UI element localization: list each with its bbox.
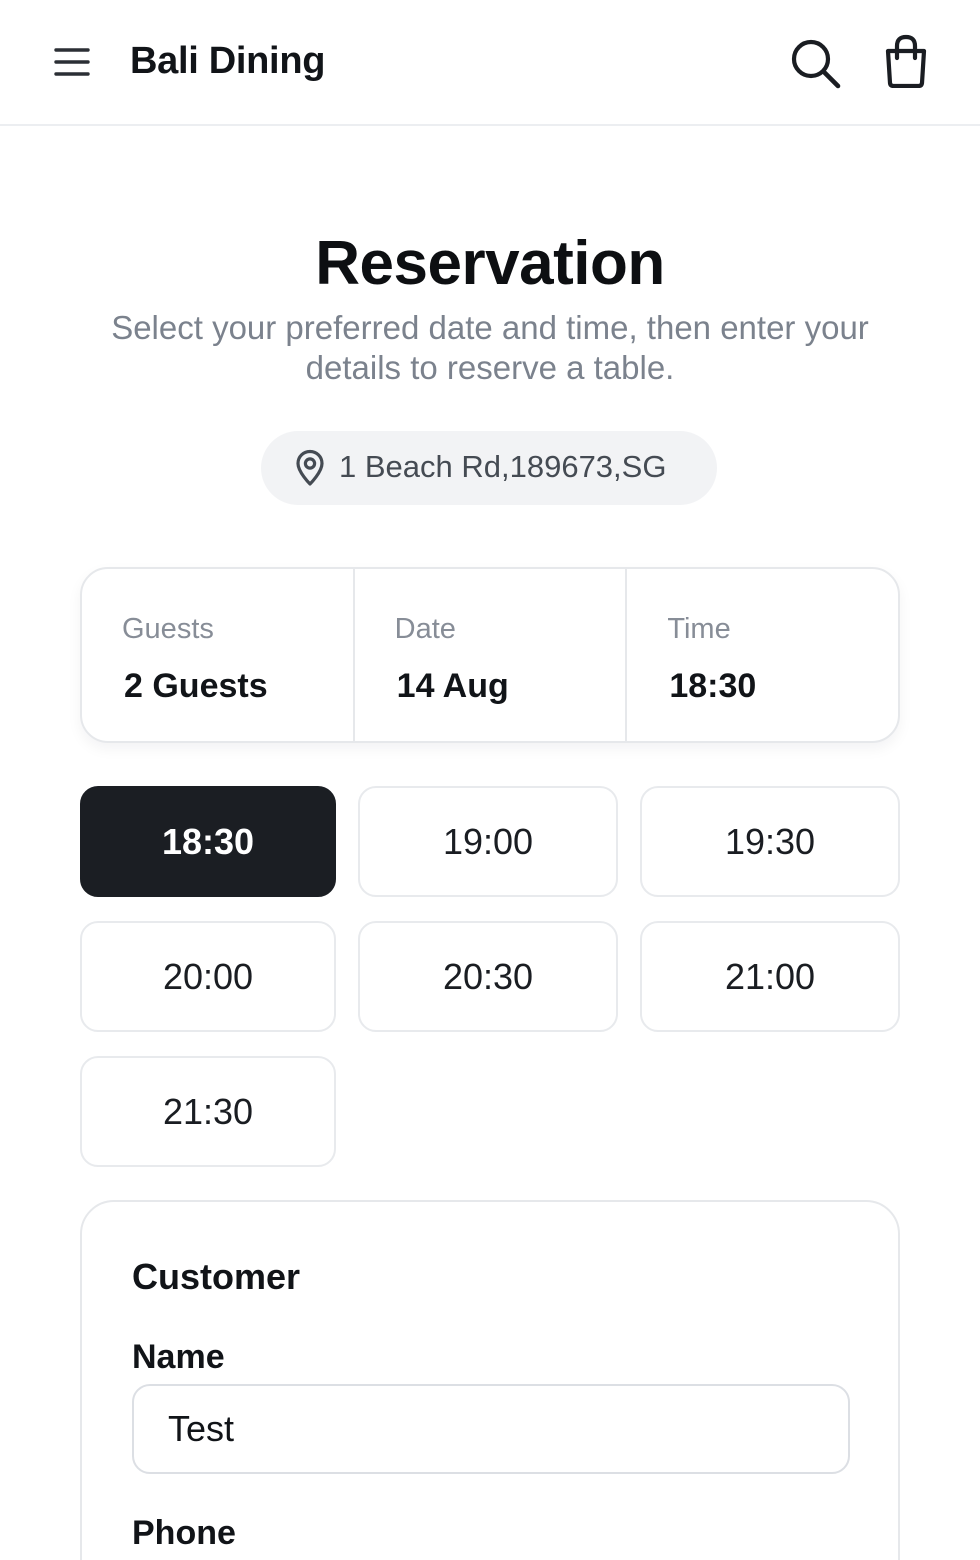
menu-icon[interactable] (52, 42, 92, 82)
search-icon[interactable] (788, 36, 842, 90)
customer-section-title: Customer (132, 1256, 301, 1297)
page-title: Reservation (315, 229, 665, 298)
summary-time-value: 18:30 (669, 667, 757, 705)
time-slot-grid: 18:30 19:00 19:30 20:00 20:30 21:00 21:3… (80, 786, 900, 1167)
summary-guests-label: Guests (122, 613, 214, 645)
time-slot-button[interactable]: 21:00 (640, 921, 900, 1032)
time-slot-button[interactable]: 20:00 (80, 921, 336, 1032)
summary-date-label: Date (394, 613, 456, 645)
summary-date[interactable]: Date 14 Aug (352, 569, 626, 741)
summary-time[interactable]: Time 18:30 (625, 569, 898, 741)
time-slot-button[interactable]: 19:00 (358, 786, 618, 897)
name-label: Name (132, 1338, 225, 1376)
phone-label: Phone (132, 1514, 236, 1552)
time-slot-button[interactable]: 18:30 (80, 786, 336, 897)
summary-guests[interactable]: Guests 2 Guests (82, 569, 353, 741)
time-slot-button[interactable]: 20:30 (358, 921, 618, 1032)
page-subtitle: Select your preferred date and time, the… (111, 309, 869, 386)
time-slot-button[interactable]: 19:30 (640, 786, 900, 897)
map-pin-icon (296, 449, 324, 486)
location-badge[interactable]: 1 Beach Rd,189673,SG (261, 431, 717, 505)
summary-guests-value: 2 Guests (124, 667, 268, 705)
shopping-bag-icon[interactable] (880, 34, 932, 88)
reservation-summary: Guests 2 Guests Date 14 Aug Time 18:30 (80, 567, 900, 743)
summary-time-label: Time (667, 613, 731, 645)
location-address: 1 Beach Rd,189673,SG (339, 449, 667, 484)
brand-title[interactable]: Bali Dining (130, 40, 325, 83)
summary-date-value: 14 Aug (396, 667, 509, 705)
customer-form: Customer Name Phone (80, 1200, 900, 1560)
name-input[interactable] (132, 1384, 850, 1474)
time-slot-button[interactable]: 21:30 (80, 1056, 336, 1167)
app-header: Bali Dining (0, 0, 980, 126)
